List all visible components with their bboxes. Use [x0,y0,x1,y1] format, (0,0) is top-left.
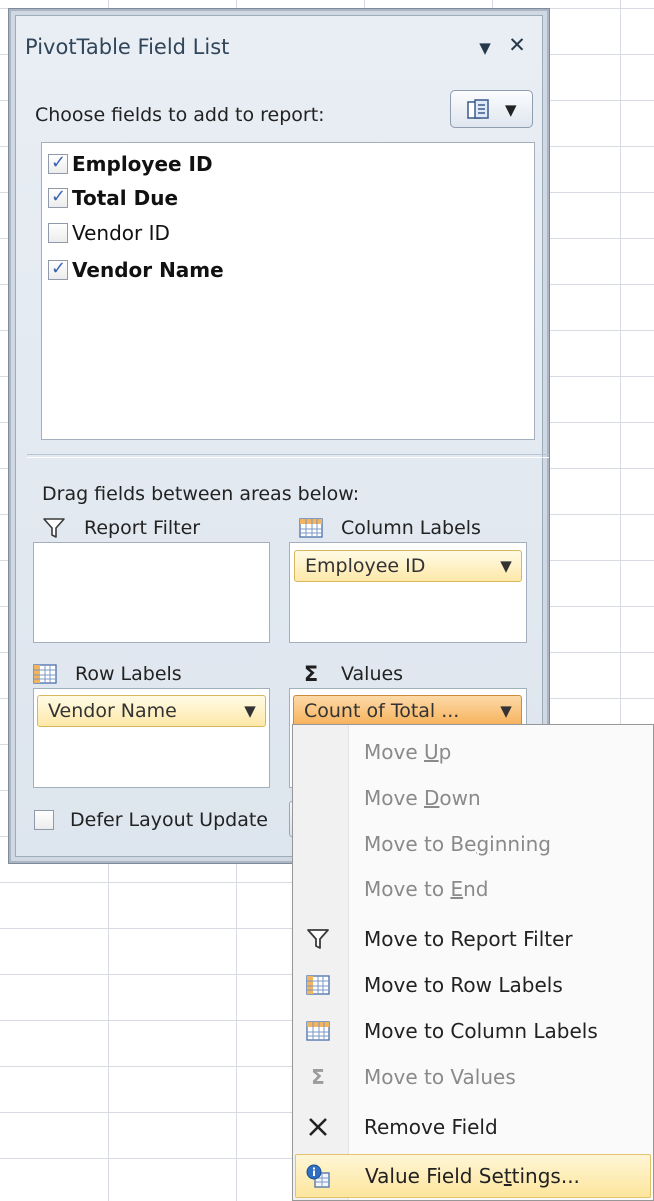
field-row-vendor-id[interactable]: Vendor ID [48,218,170,248]
panel-title: PivotTable Field List [25,35,230,59]
sigma-icon: Σ [303,662,319,686]
menu-item-label: Move to Report Filter [364,927,573,951]
row-field-vendor-name[interactable]: Vendor Name ▼ [37,695,266,727]
menu-item-move-to-row-labels[interactable]: Move to Row Labels [295,963,651,1007]
menu-item-move-to-report-filter[interactable]: Move to Report Filter [295,917,651,961]
column-field-employee-id[interactable]: Employee ID ▼ [294,550,522,582]
close-icon[interactable]: ✕ [506,34,528,56]
field-checkbox-vendor-name[interactable] [48,258,68,280]
row-labels-icon [306,975,330,995]
remove-x-icon [309,1118,327,1136]
menu-item-move-up[interactable]: Move Up [295,730,651,774]
field-context-menu: Move Up Move Down Move to Beginning Move… [292,724,654,1201]
field-checkbox-vendor-id[interactable] [48,223,68,243]
menu-item-label: Value Field Settings... [365,1164,580,1188]
panel-splitter[interactable] [27,454,549,458]
column-labels-drop-area[interactable]: Employee ID ▼ [289,542,527,643]
menu-item-label: Move to Beginning [364,832,551,856]
values-label: Values [341,663,404,685]
defer-layout-row[interactable]: Defer Layout Update [34,809,268,831]
field-row-employee-id[interactable]: Employee ID [48,149,213,179]
filter-icon [43,518,65,538]
field-label-vendor-name: Vendor Name [72,258,224,282]
field-label-employee-id: Employee ID [72,152,213,176]
menu-item-label: Move to Row Labels [364,973,563,997]
column-labels-icon [299,518,323,538]
menu-item-label: Move to End [364,877,489,901]
row-labels-drop-area[interactable]: Vendor Name ▼ [33,688,270,788]
row-labels-header: Row Labels [33,661,182,687]
drag-fields-label: Drag fields between areas below: [42,483,360,505]
report-filter-header: Report Filter [42,515,200,541]
chevron-down-icon[interactable]: ▼ [235,702,265,720]
field-checkbox-total-due[interactable] [48,186,68,208]
menu-item-label: Move to Values [364,1065,516,1089]
row-labels-icon [33,664,57,684]
field-row-total-due[interactable]: Total Due [48,183,178,213]
menu-item-value-field-settings[interactable]: Value Field Settings... [295,1154,651,1198]
column-labels-label: Column Labels [341,517,481,539]
menu-item-label: Move Up [364,740,452,764]
row-labels-label: Row Labels [75,663,182,685]
panel-menu-chevron-icon[interactable]: ▼ [477,39,493,57]
field-row-vendor-name[interactable]: Vendor Name [48,255,224,285]
report-filter-drop-area[interactable] [33,542,270,643]
field-label-vendor-id: Vendor ID [72,221,170,245]
menu-item-move-to-column-labels[interactable]: Move to Column Labels [295,1009,651,1053]
chevron-down-icon[interactable]: ▼ [491,557,521,575]
row-field-label: Vendor Name [48,700,177,722]
menu-item-move-to-values[interactable]: Σ Move to Values [295,1055,651,1099]
values-header: Σ Values [299,661,403,687]
values-field-count-of-total[interactable]: Count of Total ... ▼ [293,695,522,727]
menu-item-label: Move Down [364,786,481,810]
column-labels-icon [306,1021,330,1041]
column-field-label: Employee ID [305,555,426,577]
sigma-icon: Σ [311,1065,325,1089]
menu-item-remove-field[interactable]: Remove Field [295,1105,651,1149]
field-list-layout-button[interactable]: ▼ [450,90,533,128]
filter-icon [307,929,329,949]
menu-item-move-down[interactable]: Move Down [295,776,651,820]
field-list-box: Employee ID Total Due Vendor ID Vendor N… [41,142,535,440]
defer-layout-checkbox[interactable] [34,810,54,830]
choose-fields-label: Choose fields to add to report: [35,104,325,126]
menu-item-move-to-end[interactable]: Move to End [295,867,651,911]
values-field-label: Count of Total ... [304,700,460,722]
column-labels-header: Column Labels [299,515,481,541]
value-settings-icon [306,1164,330,1188]
field-label-total-due: Total Due [72,186,179,210]
field-checkbox-employee-id[interactable] [48,152,68,174]
defer-layout-label: Defer Layout Update [70,809,268,831]
chevron-down-icon[interactable]: ▼ [491,702,521,720]
report-filter-label: Report Filter [84,517,201,539]
chevron-down-icon: ▼ [505,101,517,119]
layout-icon [467,99,489,119]
menu-item-label: Remove Field [364,1115,498,1139]
menu-item-label: Move to Column Labels [364,1019,598,1043]
menu-item-move-to-beginning[interactable]: Move to Beginning [295,822,651,866]
